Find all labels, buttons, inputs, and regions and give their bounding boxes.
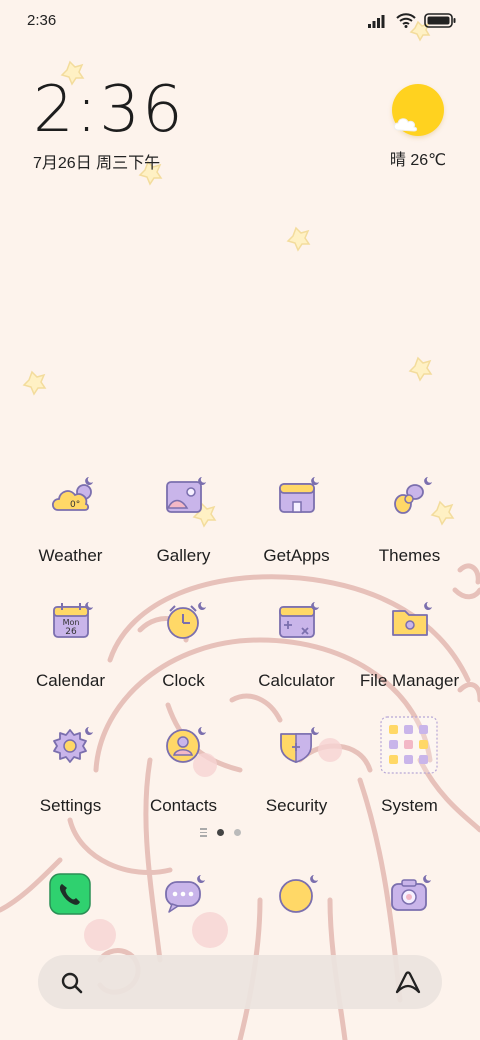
app-label: System — [381, 796, 438, 815]
app-label: Weather — [38, 546, 103, 565]
app-label: Gallery — [156, 546, 211, 565]
app-label: File Manager — [359, 671, 460, 690]
app-label: GetApps — [263, 546, 330, 565]
clock-time: 2:36 — [33, 73, 185, 147]
signal-icon — [368, 14, 385, 28]
app-label: Settings — [39, 796, 102, 815]
page-dot — [234, 828, 241, 836]
themes-icon — [394, 477, 432, 514]
page-dot-active — [217, 828, 224, 836]
app-label: Clock — [162, 671, 205, 690]
cloud-icon — [393, 118, 418, 132]
status-time: 2:36 — [27, 12, 57, 29]
page-list-icon — [200, 828, 207, 837]
status-bar: 2:36 — [0, 0, 480, 44]
search-icon[interactable] — [60, 971, 84, 995]
clock-icon — [167, 602, 206, 639]
settings-icon — [53, 727, 93, 763]
phone-icon[interactable] — [48, 872, 92, 916]
app-label: Calculator — [258, 671, 335, 690]
search-bar[interactable] — [38, 955, 442, 1009]
clock-date: 7月26日 周三下午 — [33, 155, 161, 172]
contacts-icon — [166, 727, 206, 763]
security-icon — [280, 727, 319, 763]
app-label: Security — [265, 796, 328, 815]
dock — [0, 868, 480, 924]
messages-icon[interactable] — [162, 872, 206, 916]
battery-icon — [424, 13, 456, 28]
weather-icon: 0° — [51, 477, 93, 511]
folder-icon — [392, 602, 432, 636]
system-folder-icon — [380, 716, 438, 774]
camera-icon[interactable] — [388, 872, 432, 916]
wifi-icon — [396, 13, 416, 28]
weather-badge: 0° — [70, 500, 80, 510]
page-indicator[interactable] — [200, 828, 241, 837]
calculator-icon — [279, 602, 319, 638]
app-label: Calendar — [36, 671, 105, 690]
app-label: Contacts — [149, 796, 218, 815]
app-label: Themes — [378, 546, 441, 565]
calendar-badge-month: Mon — [63, 618, 80, 627]
getapps-icon — [279, 477, 319, 513]
calendar-badge-day: 26 — [65, 627, 77, 637]
clock-widget[interactable]: 2:36 7月26日 周三下午 — [33, 78, 185, 173]
assistant-icon[interactable] — [394, 969, 422, 995]
gallery-icon — [166, 477, 206, 513]
status-icons — [368, 13, 456, 28]
calendar-icon: Mon 26 — [53, 602, 93, 638]
weather-text: 晴 26℃ — [389, 152, 447, 169]
browser-icon[interactable] — [275, 872, 319, 916]
